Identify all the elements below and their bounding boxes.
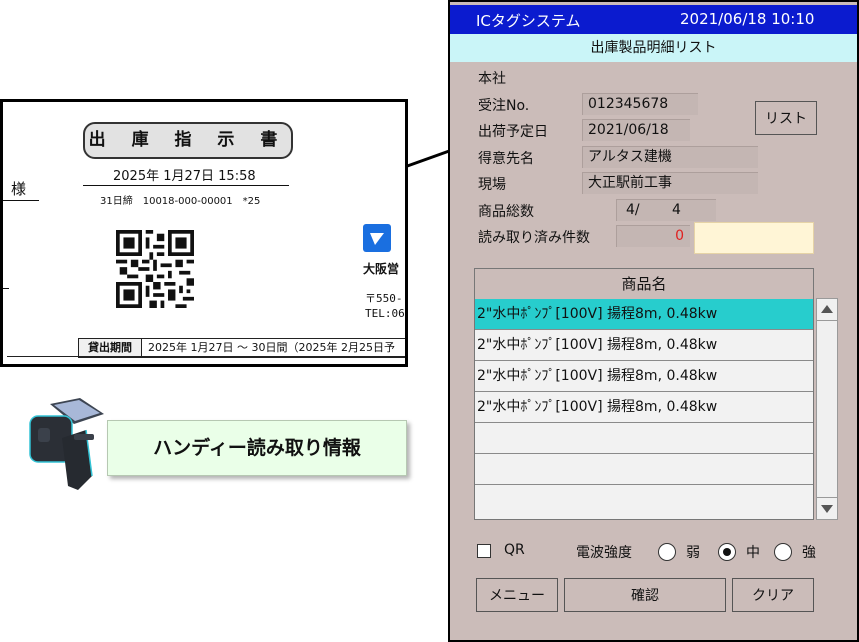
product-row-empty[interactable] (475, 485, 813, 516)
header-datetime: 2021/06/18 10:10 (680, 10, 815, 28)
qr-checkbox[interactable] (477, 544, 491, 558)
rental-period-value: 2025年 1月27日 〜 30日間（2025年 2月25日予 (148, 341, 395, 354)
product-row[interactable]: 2"水中ﾎﾟﾝﾌﾟ[100V] 揚程8m, 0.48kw (475, 299, 813, 330)
left-tick (3, 288, 9, 289)
company-logo-icon (363, 224, 391, 252)
read-input-field[interactable] (694, 222, 814, 254)
handy-reading-info-label: ハンディー読み取り情報 (107, 420, 407, 476)
triangle-down-icon (821, 505, 833, 513)
signal-strength-label: 電波強度 (576, 545, 632, 561)
title-underline (83, 185, 289, 186)
product-row[interactable]: 2"水中ﾎﾟﾝﾌﾟ[100V] 揚程8m, 0.48kw (475, 361, 813, 392)
signal-medium-label: 中 (746, 545, 760, 561)
document-title: 出 庫 指 示 書 (83, 122, 293, 159)
site-value: 大正駅前工事 (582, 172, 758, 194)
total-items-box: 4/ 4 (616, 199, 716, 221)
screen-title: 出庫製品明細リスト (450, 34, 857, 62)
app-header: ICタグシステム 2021/06/18 10:10 (450, 5, 857, 34)
ship-date-value: 2021/06/18 (582, 119, 690, 141)
signal-weak-radio[interactable] (658, 543, 676, 561)
product-list[interactable]: 商品名 2"水中ﾎﾟﾝﾌﾟ[100V] 揚程8m, 0.48kw 2"水中ﾎﾟﾝ… (474, 268, 814, 520)
qr-code-icon (116, 230, 194, 308)
customer-value: アルタス建機 (582, 146, 758, 168)
signal-weak-label: 弱 (686, 545, 700, 561)
app-title: ICタグシステム (476, 12, 581, 30)
ship-date-label: 出荷予定日 (478, 124, 548, 140)
total-items-label: 商品総数 (478, 204, 534, 220)
product-row[interactable]: 2"水中ﾎﾟﾝﾌﾟ[100V] 揚程8m, 0.48kw (475, 330, 813, 361)
document-code: 31日締 10018-000-00001 *25 (100, 196, 261, 207)
total-items-count: 4 (672, 202, 681, 218)
read-count-label: 読み取り済み件数 (478, 230, 590, 246)
shipping-instruction-document: 出 庫 指 示 書 2025年 1月27日 15:58 31日締 10018-0… (0, 99, 408, 367)
customer-label: 得意先名 (478, 151, 534, 167)
company-tel: TEL:06 (365, 307, 405, 320)
confirm-button[interactable]: 確認 (564, 578, 726, 612)
total-items-read: 4/ (626, 202, 640, 218)
document-table-edge (7, 356, 405, 364)
product-row[interactable]: 2"水中ﾎﾟﾝﾌﾟ[100V] 揚程8m, 0.48kw (475, 392, 813, 423)
list-button[interactable]: リスト (755, 101, 817, 135)
qr-label: QR (504, 542, 525, 558)
handheld-scanner-icon (29, 398, 104, 490)
list-scrollbar[interactable] (816, 298, 838, 520)
company-postal: 〒550- (365, 292, 403, 305)
clear-button[interactable]: クリア (732, 578, 814, 612)
signal-strong-label: 強 (802, 545, 816, 561)
signal-medium-radio[interactable] (718, 543, 736, 561)
triangle-up-icon (821, 305, 833, 313)
handheld-device-screen: ICタグシステム 2021/06/18 10:10 出庫製品明細リスト 本社 受… (448, 0, 859, 642)
product-name-column-header: 商品名 (475, 269, 813, 300)
customer-underline (3, 200, 39, 201)
scroll-down-button[interactable] (817, 497, 837, 519)
product-row-empty[interactable] (475, 423, 813, 454)
company-name: 大阪営 (363, 262, 400, 276)
document-datetime: 2025年 1月27日 15:58 (113, 169, 256, 184)
product-row-empty[interactable] (475, 454, 813, 485)
site-label: 現場 (478, 177, 506, 193)
rental-period-label: 貸出期間 (78, 339, 142, 357)
signal-strong-radio[interactable] (774, 543, 792, 561)
order-no-label: 受注No. (478, 98, 530, 114)
menu-button[interactable]: メニュー (476, 578, 558, 612)
order-no-value: 012345678 (582, 93, 698, 115)
read-count-value: 0 (616, 225, 690, 247)
company-branch: 本社 (478, 71, 506, 87)
rental-period-row: 貸出期間 2025年 1月27日 〜 30日間（2025年 2月25日予 (78, 338, 405, 358)
customer-honorific: 様 (11, 180, 27, 198)
scroll-up-button[interactable] (817, 299, 837, 321)
